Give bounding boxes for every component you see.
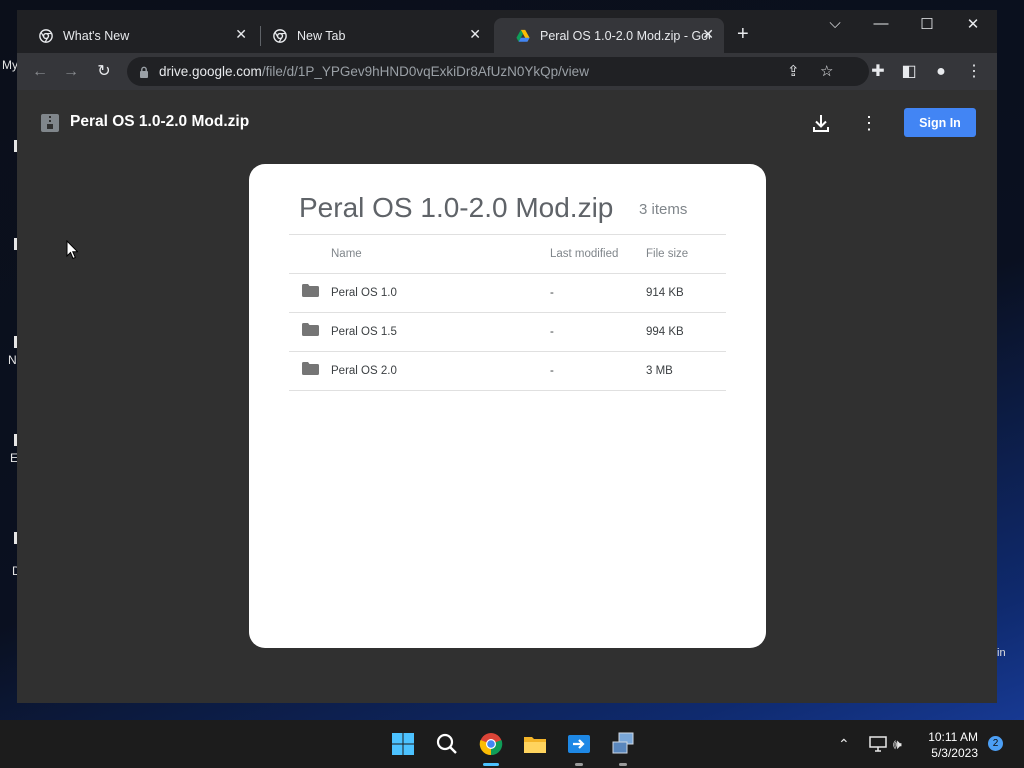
folder-icon — [302, 284, 319, 297]
running-app-indicator — [575, 763, 583, 766]
close-window-button[interactable]: ✕ — [950, 15, 996, 33]
address-bar[interactable]: drive.google.com/file/d/1P_YPGev9hHND0vq… — [127, 57, 869, 86]
active-app-indicator — [483, 763, 499, 766]
remote-app-icon[interactable] — [567, 732, 591, 756]
file-explorer-icon[interactable] — [523, 732, 547, 756]
profile-icon[interactable]: ● — [930, 61, 952, 83]
notification-badge[interactable]: 2 — [988, 736, 1003, 751]
clock-time: 10:11 AM — [928, 730, 978, 744]
row-size: 914 KB — [646, 287, 684, 299]
item-count: 3 items — [639, 201, 688, 218]
row-name: Peral OS 1.0 — [331, 287, 397, 299]
url-host: drive.google.com — [159, 64, 262, 79]
tab-title: New Tab — [297, 28, 346, 43]
back-button[interactable]: ← — [29, 61, 51, 83]
lock-icon — [140, 66, 148, 78]
tab-whats-new[interactable]: What's New ✕ — [17, 18, 257, 53]
browser-window: What's New ✕ New Tab ✕ Peral OS 1.0-2.0 … — [17, 10, 997, 703]
archive-contents-card: Peral OS 1.0-2.0 Mod.zip 3 items Name La… — [249, 164, 766, 648]
tab-title: Peral OS 1.0-2.0 Mod.zip - Goog — [540, 28, 710, 43]
row-modified: - — [550, 326, 554, 338]
row-size: 994 KB — [646, 326, 684, 338]
reload-button[interactable]: ↻ — [93, 61, 115, 83]
search-icon[interactable] — [435, 732, 459, 756]
chrome-icon — [39, 28, 53, 43]
chrome-icon — [273, 28, 287, 43]
folder-icon — [302, 323, 319, 336]
archive-title: Peral OS 1.0-2.0 Mod.zip — [299, 192, 614, 223]
network-computers-icon[interactable] — [611, 732, 635, 756]
close-tab-icon[interactable]: ✕ — [469, 26, 481, 43]
tab-search-chevron-icon[interactable]: ⌵ — [812, 15, 858, 32]
folder-icon — [302, 362, 319, 375]
mouse-cursor-icon — [66, 240, 78, 260]
column-header-last-modified: Last modified — [550, 248, 619, 260]
maximize-button[interactable]: ☐ — [904, 15, 950, 33]
extensions-puzzle-icon[interactable]: ✚ — [867, 61, 889, 83]
browser-toolbar: ← → ↻ drive.google.com/file/d/1P_YPGev9h… — [17, 53, 997, 90]
desktop-edge-text: in — [997, 647, 1006, 659]
share-icon[interactable]: ⇪ — [787, 62, 800, 80]
bookmark-star-icon[interactable]: ☆ — [820, 62, 833, 80]
windows-start-icon[interactable] — [391, 732, 415, 756]
tab-drive-file[interactable]: Peral OS 1.0-2.0 Mod.zip - Goog ✕ — [494, 18, 724, 53]
zip-file-icon — [41, 114, 59, 132]
system-clock[interactable]: 10:11 AM 5/3/2023 — [920, 729, 978, 761]
minimize-button[interactable]: — — [858, 15, 904, 32]
clock-date: 5/3/2023 — [931, 746, 978, 760]
table-row[interactable]: Peral OS 1.0 - 914 KB — [289, 273, 726, 312]
column-header-name: Name — [331, 248, 362, 260]
tab-strip: What's New ✕ New Tab ✕ Peral OS 1.0-2.0 … — [17, 10, 997, 53]
network-icon[interactable] — [869, 736, 887, 752]
url-path: /file/d/1P_YPGev9hHND0vqExkiDr8AfUzN0YkQ… — [261, 64, 589, 79]
volume-icon[interactable]: 🕪 — [893, 736, 902, 753]
close-tab-icon[interactable]: ✕ — [235, 26, 247, 43]
table-row[interactable]: Peral OS 2.0 - 3 MB — [289, 351, 726, 390]
file-name-title: Peral OS 1.0-2.0 Mod.zip — [70, 113, 250, 130]
row-modified: - — [550, 365, 554, 377]
google-drive-icon — [516, 29, 530, 42]
running-app-indicator — [619, 763, 627, 766]
taskbar: ⌃ 🕪 10:11 AM 5/3/2023 2 — [0, 720, 1024, 768]
show-hidden-icons-chevron-icon[interactable]: ⌃ — [838, 736, 850, 753]
divider — [289, 390, 726, 391]
sign-in-button[interactable]: Sign In — [904, 108, 976, 137]
more-options-icon[interactable]: ⋮ — [860, 112, 878, 134]
tab-new-tab[interactable]: New Tab ✕ — [251, 18, 491, 53]
row-name: Peral OS 2.0 — [331, 365, 397, 377]
row-size: 3 MB — [646, 365, 673, 377]
row-name: Peral OS 1.5 — [331, 326, 397, 338]
tab-title: What's New — [63, 28, 130, 43]
download-icon[interactable] — [810, 112, 832, 134]
drive-file-viewer: Peral OS 1.0-2.0 Mod.zip ⋮ Sign In Peral… — [17, 90, 997, 703]
side-panel-icon[interactable]: ◧ — [898, 61, 920, 83]
row-modified: - — [550, 287, 554, 299]
chrome-taskbar-icon[interactable] — [479, 732, 503, 756]
close-tab-icon[interactable]: ✕ — [702, 26, 714, 43]
column-header-file-size: File size — [646, 248, 689, 260]
forward-button[interactable]: → — [60, 61, 82, 83]
new-tab-button[interactable]: + — [737, 23, 749, 46]
divider — [289, 234, 726, 235]
browser-menu-icon[interactable]: ⋮ — [963, 61, 985, 83]
table-row[interactable]: Peral OS 1.5 - 994 KB — [289, 312, 726, 351]
